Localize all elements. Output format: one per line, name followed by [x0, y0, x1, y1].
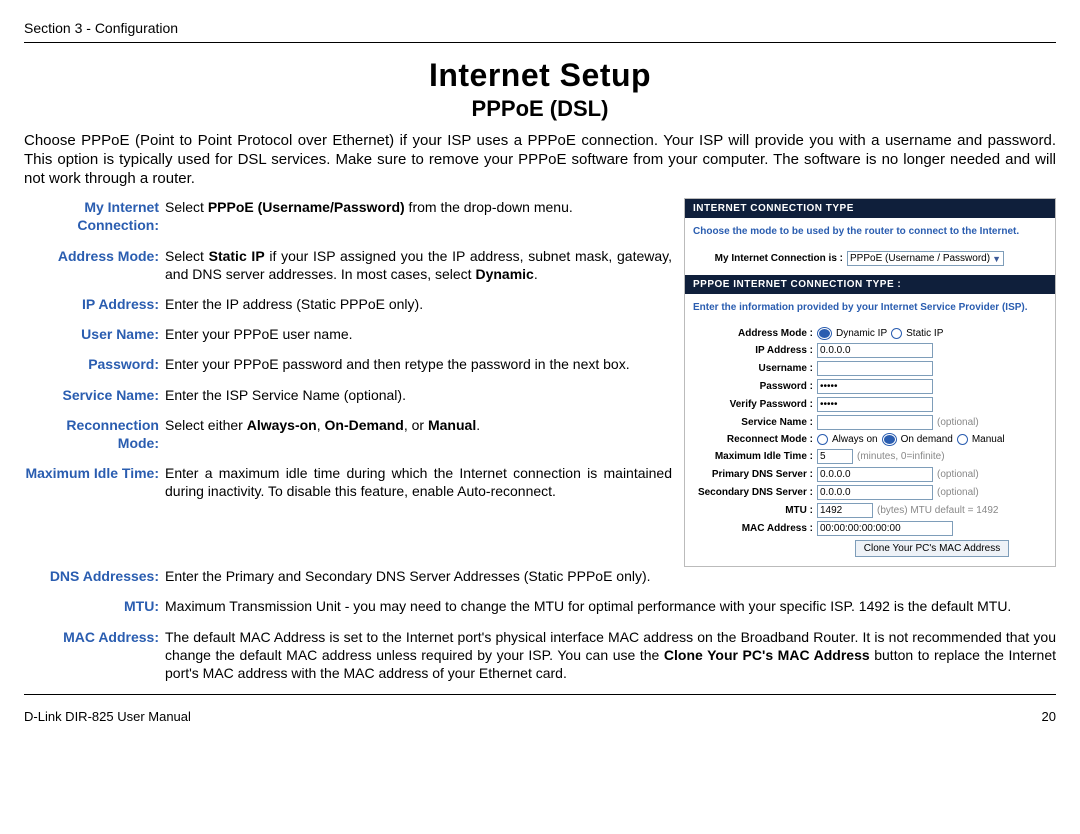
definition-label: Address Mode:: [24, 247, 165, 265]
primary-dns-label: Primary DNS Server :: [693, 469, 813, 480]
connection-label: My Internet Connection is :: [693, 253, 843, 264]
reconnect-mode-label: Reconnect Mode :: [693, 434, 813, 445]
static-ip-label: Static IP: [906, 328, 943, 339]
header-divider: [24, 42, 1056, 43]
panel-header-1: INTERNET CONNECTION TYPE: [685, 199, 1055, 218]
definition-row: Address Mode:Select Static IP if your IS…: [24, 247, 672, 283]
footer-left: D-Link DIR-825 User Manual: [24, 709, 191, 724]
panel-instruction-2: Enter the information provided by your I…: [685, 294, 1055, 321]
service-name-note: (optional): [937, 417, 979, 428]
footer-divider: [24, 694, 1056, 695]
primary-dns-note: (optional): [937, 469, 979, 480]
definition-desc: Select PPPoE (Username/Password) from th…: [165, 198, 672, 216]
definition-desc: Select Static IP if your ISP assigned yo…: [165, 247, 672, 283]
secondary-dns-label: Secondary DNS Server :: [693, 487, 813, 498]
verify-password-input[interactable]: [817, 397, 933, 412]
definition-label: Service Name:: [24, 386, 165, 404]
secondary-dns-input[interactable]: [817, 485, 933, 500]
definition-desc: Select either Always-on, On-Demand, or M…: [165, 416, 672, 434]
mtu-input[interactable]: [817, 503, 873, 518]
ip-address-input[interactable]: [817, 343, 933, 358]
definition-label: MTU:: [24, 597, 165, 615]
definition-label: IP Address:: [24, 295, 165, 313]
definition-row: User Name:Enter your PPPoE user name.: [24, 325, 672, 343]
definition-row: Service Name:Enter the ISP Service Name …: [24, 386, 672, 404]
username-input[interactable]: [817, 361, 933, 376]
definition-desc: Enter the IP address (Static PPPoE only)…: [165, 295, 672, 313]
dynamic-ip-radio[interactable]: [817, 327, 832, 340]
page-subtitle: PPPoE (DSL): [24, 96, 1056, 122]
definition-desc: Enter the Primary and Secondary DNS Serv…: [165, 567, 1056, 585]
clone-mac-button[interactable]: Clone Your PC's MAC Address: [855, 540, 1009, 557]
username-label: Username :: [693, 363, 813, 374]
definition-label: Maximum Idle Time:: [24, 464, 165, 482]
always-on-radio[interactable]: [817, 434, 828, 445]
static-ip-radio[interactable]: [891, 328, 902, 339]
settings-panel: INTERNET CONNECTION TYPE Choose the mode…: [684, 198, 1056, 567]
definition-desc: Enter the ISP Service Name (optional).: [165, 386, 672, 404]
definition-desc: Enter a maximum idle time during which t…: [165, 464, 672, 500]
page-title: Internet Setup: [24, 57, 1056, 94]
definition-list: My Internet Connection:Select PPPoE (Use…: [24, 198, 672, 512]
mtu-label: MTU :: [693, 505, 813, 516]
panel-instruction-1: Choose the mode to be used by the router…: [685, 218, 1055, 245]
definition-label: User Name:: [24, 325, 165, 343]
definition-desc: The default MAC Address is set to the In…: [165, 628, 1056, 683]
ip-address-label: IP Address :: [693, 345, 813, 356]
always-on-label: Always on: [832, 434, 878, 445]
dynamic-ip-label: Dynamic IP: [836, 328, 887, 339]
definition-desc: Enter your PPPoE user name.: [165, 325, 672, 343]
definition-desc: Maximum Transmission Unit - you may need…: [165, 597, 1056, 615]
footer-page-number: 20: [1042, 709, 1056, 724]
service-name-input[interactable]: [817, 415, 933, 430]
verify-password-label: Verify Password :: [693, 399, 813, 410]
on-demand-radio[interactable]: [882, 433, 897, 446]
intro-paragraph: Choose PPPoE (Point to Point Protocol ov…: [24, 132, 1056, 188]
panel-header-2: PPPOE INTERNET CONNECTION TYPE :: [685, 275, 1055, 294]
password-label: Password :: [693, 381, 813, 392]
definition-row: Password:Enter your PPPoE password and t…: [24, 355, 672, 373]
connection-select-value: PPPoE (Username / Password): [850, 253, 990, 264]
page-header: Section 3 - Configuration: [24, 20, 1056, 36]
definition-list-full: DNS Addresses:Enter the Primary and Seco…: [24, 567, 1056, 682]
manual-radio[interactable]: [957, 434, 968, 445]
connection-select[interactable]: PPPoE (Username / Password) ▼: [847, 251, 1004, 266]
definition-row: My Internet Connection:Select PPPoE (Use…: [24, 198, 672, 234]
definition-desc: Enter your PPPoE password and then retyp…: [165, 355, 672, 373]
definition-label: My Internet Connection:: [24, 198, 165, 234]
max-idle-input[interactable]: [817, 449, 853, 464]
definition-row: MAC Address:The default MAC Address is s…: [24, 628, 1056, 683]
mtu-note: (bytes) MTU default = 1492: [877, 505, 998, 516]
definition-row: Reconnection Mode:Select either Always-o…: [24, 416, 672, 452]
primary-dns-input[interactable]: [817, 467, 933, 482]
definition-label: Reconnection Mode:: [24, 416, 165, 452]
definition-label: DNS Addresses:: [24, 567, 165, 585]
secondary-dns-note: (optional): [937, 487, 979, 498]
chevron-down-icon: ▼: [992, 254, 1001, 264]
max-idle-label: Maximum Idle Time :: [693, 451, 813, 462]
service-name-label: Service Name :: [693, 417, 813, 428]
mac-address-label: MAC Address :: [693, 523, 813, 534]
definition-row: MTU:Maximum Transmission Unit - you may …: [24, 597, 1056, 615]
mac-address-input[interactable]: [817, 521, 953, 536]
definition-label: Password:: [24, 355, 165, 373]
definition-row: DNS Addresses:Enter the Primary and Seco…: [24, 567, 1056, 585]
definition-row: Maximum Idle Time:Enter a maximum idle t…: [24, 464, 672, 500]
on-demand-label: On demand: [901, 434, 953, 445]
manual-label: Manual: [972, 434, 1005, 445]
password-input[interactable]: [817, 379, 933, 394]
definition-row: IP Address:Enter the IP address (Static …: [24, 295, 672, 313]
address-mode-label: Address Mode :: [693, 328, 813, 339]
max-idle-note: (minutes, 0=infinite): [857, 451, 945, 462]
definition-label: MAC Address:: [24, 628, 165, 646]
